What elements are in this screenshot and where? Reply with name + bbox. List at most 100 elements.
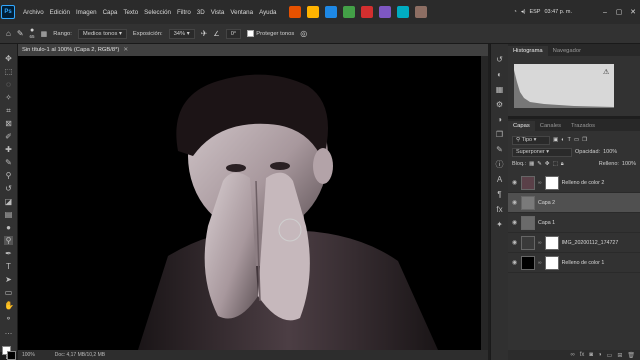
close-icon[interactable]: ✕: [626, 8, 640, 16]
color-icon[interactable]: ◐: [495, 70, 504, 79]
visibility-eye-icon[interactable]: ◉: [511, 239, 518, 246]
layer-mask-thumbnail[interactable]: [544, 175, 559, 190]
tab-canales[interactable]: Canales: [535, 121, 566, 131]
pen-tool-icon[interactable]: ✒: [4, 249, 13, 258]
layer-thumbnail[interactable]: [521, 215, 535, 230]
background-color[interactable]: [6, 351, 16, 360]
lock-artboard-icon[interactable]: ⬚: [553, 161, 558, 167]
menu-seleccion[interactable]: Selección: [141, 9, 174, 16]
document-tab[interactable]: Sin título-1 al 100% (Capa 2, RGB/8*) ✕: [18, 44, 488, 56]
airbrush-icon[interactable]: ✈: [201, 29, 208, 38]
visibility-eye-icon[interactable]: ◉: [511, 179, 518, 186]
vertical-scrollbar[interactable]: [481, 56, 488, 350]
lock-move-icon[interactable]: ✥: [545, 161, 550, 167]
layer-thumbnail[interactable]: [521, 175, 535, 190]
menu-imagen[interactable]: Imagen: [73, 9, 100, 16]
layer-kind-select[interactable]: ⚲ Tipo ▾: [512, 135, 550, 145]
brushes-icon[interactable]: ✎: [495, 145, 504, 154]
paragraph-icon[interactable]: ¶: [495, 190, 504, 199]
tab-histograma[interactable]: Histograma: [508, 46, 548, 56]
brush-size-preview[interactable]: ● 65: [30, 27, 35, 40]
menu-ayuda[interactable]: Ayuda: [256, 9, 279, 16]
home-icon[interactable]: ⌂: [6, 29, 11, 38]
new-layer-icon[interactable]: ⊞: [617, 352, 622, 359]
cache-warning-icon[interactable]: ⚠: [603, 68, 609, 76]
character-icon[interactable]: A: [495, 175, 504, 184]
fill-value[interactable]: 100%: [622, 161, 636, 167]
layer-thumbnail[interactable]: [521, 195, 535, 210]
info-icon[interactable]: ⓘ: [495, 160, 504, 169]
frame-tool-icon[interactable]: ⊠: [4, 119, 13, 128]
libraries-icon[interactable]: ❐: [495, 130, 504, 139]
pinned-app-icon[interactable]: [378, 6, 391, 18]
pinned-app-icon[interactable]: [360, 6, 373, 18]
properties-icon[interactable]: ⚙: [495, 100, 504, 109]
healing-brush-tool-icon[interactable]: ✚: [4, 145, 13, 154]
history-brush-tool-icon[interactable]: ↺: [4, 184, 13, 193]
exposure-input[interactable]: 34% ▾: [168, 28, 195, 39]
lasso-tool-icon[interactable]: ◌: [4, 80, 13, 89]
tab-navegador[interactable]: Navegador: [548, 46, 586, 56]
volume-icon[interactable]: ◂): [521, 9, 526, 15]
protect-tones-checkbox[interactable]: Proteger tonos: [247, 30, 294, 37]
mask-link-icon[interactable]: ∞: [538, 240, 542, 246]
swatches-icon[interactable]: ▦: [495, 85, 504, 94]
history-icon[interactable]: ↺: [495, 55, 504, 64]
new-group-icon[interactable]: ▭: [607, 352, 613, 359]
gradient-tool-icon[interactable]: ▤: [4, 210, 13, 219]
wifi-icon[interactable]: ◔: [514, 9, 517, 15]
link-layers-icon[interactable]: ∞: [570, 352, 574, 358]
filter-pixel-icon[interactable]: ▣: [553, 137, 558, 143]
layer-mask-thumbnail[interactable]: [544, 235, 559, 250]
visibility-eye-icon[interactable]: ◉: [511, 199, 518, 206]
adjustment-layer-icon[interactable]: ◑: [598, 352, 602, 358]
menu-ventana[interactable]: Ventana: [227, 9, 256, 16]
angle-input[interactable]: 0°: [225, 28, 242, 39]
pinned-app-icon[interactable]: [306, 6, 319, 18]
layer-row[interactable]: ◉ Capa 1: [508, 213, 640, 233]
visibility-eye-icon[interactable]: ◉: [511, 219, 518, 226]
tab-trazados[interactable]: Trazados: [566, 121, 600, 131]
pressure-icon[interactable]: ◎: [300, 29, 307, 38]
zoom-level[interactable]: 100%: [22, 352, 35, 358]
range-select[interactable]: Medios tonos ▾: [77, 28, 127, 39]
document-info[interactable]: Doc: 4,17 MB/10,2 MB: [55, 352, 105, 358]
type-tool-icon[interactable]: T: [4, 262, 13, 271]
layer-row[interactable]: ◉ ∞ Relleno de color 2: [508, 173, 640, 193]
lock-all-icon[interactable]: 🔒︎: [561, 161, 564, 168]
clock[interactable]: 03:47 p. m.: [544, 9, 572, 16]
minimize-icon[interactable]: –: [598, 9, 612, 16]
eyedropper-tool-icon[interactable]: ✐: [4, 132, 13, 141]
hand-tool-icon[interactable]: ✋: [4, 301, 14, 310]
eraser-tool-icon[interactable]: ◪: [4, 197, 13, 206]
filter-shape-icon[interactable]: ▭: [574, 137, 579, 143]
menu-vista[interactable]: Vista: [208, 9, 228, 16]
filter-type-icon[interactable]: T: [568, 137, 571, 143]
filter-adjust-icon[interactable]: ◐: [561, 137, 564, 143]
layer-row[interactable]: ◉ Capa 2: [508, 193, 640, 213]
layer-mask-thumbnail[interactable]: [544, 255, 559, 270]
dodge-tool-preset-icon[interactable]: ✎: [17, 29, 24, 38]
layer-row[interactable]: ◉ ∞ IMG_20200112_174727: [508, 233, 640, 253]
trash-icon[interactable]: 🗑︎: [627, 352, 635, 359]
maximize-icon[interactable]: ▢: [612, 8, 626, 16]
move-tool-icon[interactable]: ✥: [4, 54, 13, 63]
mask-link-icon[interactable]: ∞: [538, 180, 542, 186]
menu-capa[interactable]: Capa: [100, 9, 121, 16]
more-tools-icon[interactable]: …: [4, 327, 13, 336]
blur-tool-icon[interactable]: ●: [4, 223, 13, 232]
quick-select-tool-icon[interactable]: ✧: [4, 93, 13, 102]
photoshop-app-icon[interactable]: Ps: [1, 5, 15, 19]
pinned-app-icon[interactable]: [324, 6, 337, 18]
document-canvas[interactable]: [18, 56, 488, 350]
brush-panel-icon[interactable]: ▦: [41, 30, 48, 38]
language-indicator[interactable]: ESP: [529, 9, 540, 15]
layer-thumbnail[interactable]: [521, 235, 535, 250]
brush-tool-icon[interactable]: ✎: [4, 158, 13, 167]
visibility-eye-icon[interactable]: ◉: [511, 259, 518, 266]
add-mask-icon[interactable]: ◙: [589, 352, 593, 358]
angle-icon[interactable]: ∠: [213, 30, 219, 38]
pinned-app-icon[interactable]: [288, 6, 301, 18]
paths-icon[interactable]: ✦: [495, 220, 504, 229]
styles-icon[interactable]: fx: [495, 205, 504, 214]
